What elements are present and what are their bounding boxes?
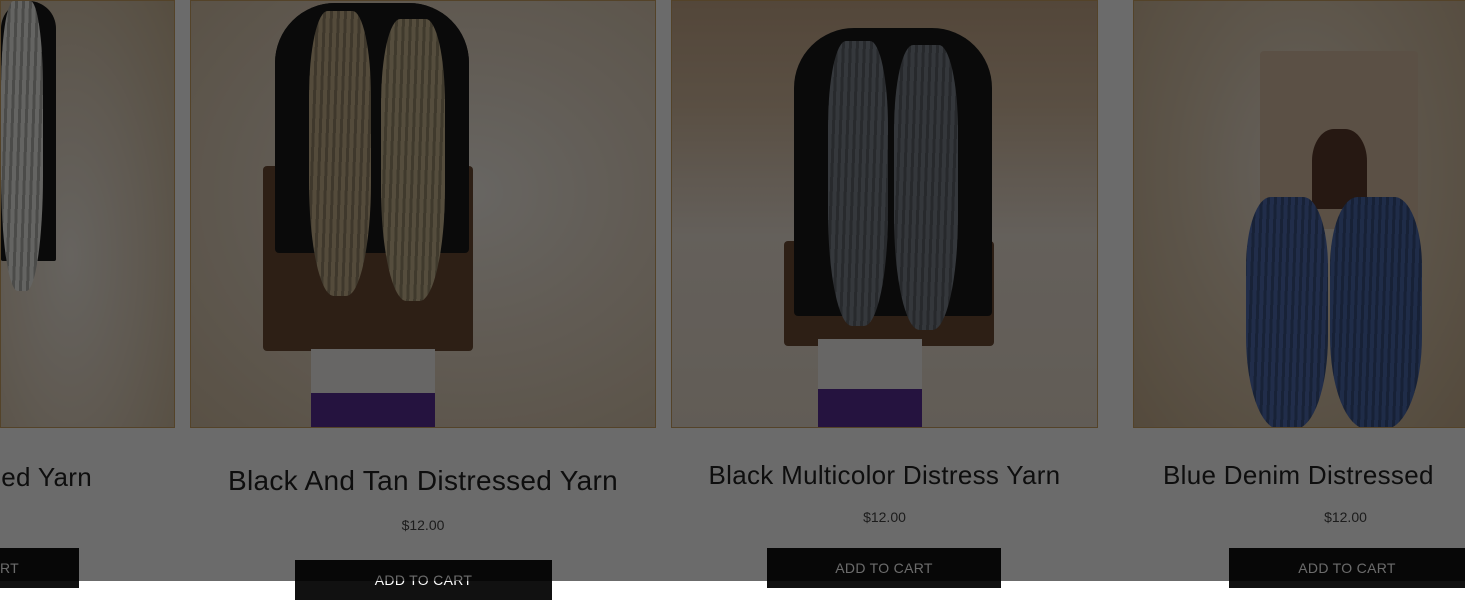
product-title[interactable]: Blue Denim Distressed [1163,460,1465,491]
add-to-cart-button[interactable]: ADD TO CART [767,548,1001,588]
product-price: $12.00 [863,509,906,525]
product-image[interactable] [671,0,1098,428]
add-to-cart-button[interactable]: RT [0,548,79,588]
product-image[interactable] [1133,0,1465,428]
product-title[interactable]: sed Yarn [0,462,115,493]
product-title[interactable]: Black And Tan Distressed Yarn [190,465,656,497]
product-price: $12.00 [401,517,445,533]
add-to-cart-button[interactable]: ADD TO CART [295,560,552,600]
add-to-cart-button[interactable]: ADD TO CART [1229,548,1465,588]
product-image[interactable] [190,0,656,428]
earring-display-stand [794,28,992,316]
product-image[interactable] [0,0,175,428]
product-price: $12.00 [1324,509,1367,525]
product-title[interactable]: Black Multicolor Distress Yarn [671,460,1098,491]
product-carousel: sed Yarn RT Black And Tan Distressed Yar… [0,0,1465,600]
